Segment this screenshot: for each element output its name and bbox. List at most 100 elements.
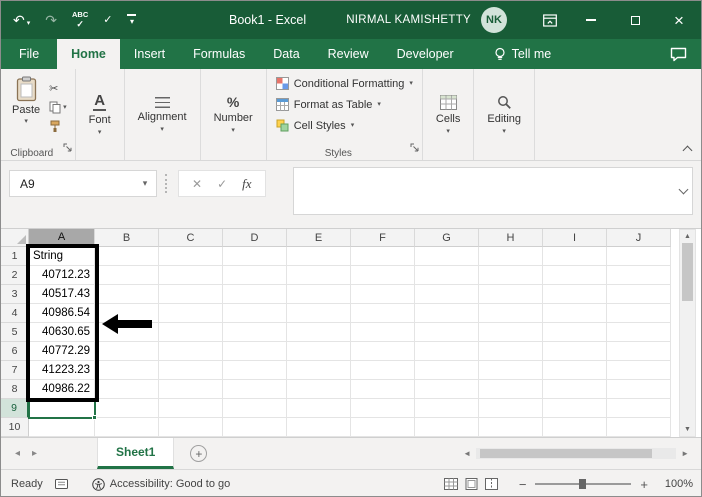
scroll-right-icon[interactable]: ► [681, 449, 689, 458]
cell-I6[interactable] [543, 342, 607, 361]
zoom-out-button[interactable]: − [519, 478, 527, 491]
alignment-button[interactable]: Alignment ▾ [130, 72, 195, 157]
zoom-in-button[interactable]: + [640, 478, 648, 491]
zoom-level[interactable]: 100% [657, 478, 693, 490]
cell-G4[interactable] [415, 304, 479, 323]
cell-B10[interactable] [95, 418, 159, 437]
paste-button[interactable]: Paste ▾ [6, 72, 46, 146]
cell-E7[interactable] [287, 361, 351, 380]
horizontal-scrollbar[interactable]: ◄ ► [463, 438, 701, 469]
cell-J1[interactable] [607, 247, 671, 266]
column-header-G[interactable]: G [415, 229, 479, 247]
styles-dialog-launcher-icon[interactable] [410, 139, 419, 157]
fill-handle[interactable] [92, 415, 97, 420]
cell-D8[interactable] [223, 380, 287, 399]
cell-F4[interactable] [351, 304, 415, 323]
cell-E5[interactable] [287, 323, 351, 342]
cell-G10[interactable] [415, 418, 479, 437]
cell-E2[interactable] [287, 266, 351, 285]
cell-C3[interactable] [159, 285, 223, 304]
cell-F3[interactable] [351, 285, 415, 304]
tell-me-button[interactable]: Tell me [494, 39, 551, 69]
cell-J10[interactable] [607, 418, 671, 437]
insert-function-button[interactable]: fx [242, 176, 251, 192]
cell-E9[interactable] [287, 399, 351, 418]
cell-C2[interactable] [159, 266, 223, 285]
undo-icon[interactable]: ↶ ▾ [13, 13, 30, 27]
cell-B2[interactable] [95, 266, 159, 285]
column-header-B[interactable]: B [95, 229, 159, 247]
cell-D6[interactable] [223, 342, 287, 361]
cell-H1[interactable] [479, 247, 543, 266]
cell-D1[interactable] [223, 247, 287, 266]
tab-developer[interactable]: Developer [383, 39, 468, 69]
tab-data[interactable]: Data [259, 39, 313, 69]
cell-J9[interactable] [607, 399, 671, 418]
cell-D10[interactable] [223, 418, 287, 437]
cell-A10[interactable] [29, 418, 95, 437]
cell-F8[interactable] [351, 380, 415, 399]
column-header-E[interactable]: E [287, 229, 351, 247]
cell-B1[interactable] [95, 247, 159, 266]
comments-button[interactable] [670, 39, 687, 69]
cell-F5[interactable] [351, 323, 415, 342]
cell-J7[interactable] [607, 361, 671, 380]
copy-button[interactable]: ▾ [49, 101, 67, 114]
cell-G1[interactable] [415, 247, 479, 266]
cell-I10[interactable] [543, 418, 607, 437]
avatar[interactable]: NK [481, 7, 507, 33]
row-header-2[interactable]: 2 [1, 266, 29, 285]
cell-D9[interactable] [223, 399, 287, 418]
clipboard-dialog-launcher-icon[interactable] [63, 139, 72, 157]
editing-button[interactable]: Editing ▾ [479, 72, 529, 157]
cell-F2[interactable] [351, 266, 415, 285]
cell-J3[interactable] [607, 285, 671, 304]
ribbon-display-options-button[interactable] [531, 1, 569, 39]
cell-E3[interactable] [287, 285, 351, 304]
format-as-table-button[interactable]: Format as Table ▾ [272, 96, 417, 113]
scroll-left-icon[interactable]: ◄ [463, 449, 471, 458]
row-header-6[interactable]: 6 [1, 342, 29, 361]
cell-D2[interactable] [223, 266, 287, 285]
cell-D4[interactable] [223, 304, 287, 323]
cell-E1[interactable] [287, 247, 351, 266]
cell-C7[interactable] [159, 361, 223, 380]
cell-I1[interactable] [543, 247, 607, 266]
cell-I3[interactable] [543, 285, 607, 304]
cell-H10[interactable] [479, 418, 543, 437]
tab-home[interactable]: Home [57, 39, 120, 69]
cell-I7[interactable] [543, 361, 607, 380]
page-break-view-icon[interactable] [484, 478, 498, 490]
checkmark-icon[interactable]: ✓ [103, 14, 112, 26]
cell-C9[interactable] [159, 399, 223, 418]
cell-H3[interactable] [479, 285, 543, 304]
cell-J5[interactable] [607, 323, 671, 342]
cell-E10[interactable] [287, 418, 351, 437]
select-all-button[interactable] [1, 229, 29, 247]
cell-I8[interactable] [543, 380, 607, 399]
column-header-I[interactable]: I [543, 229, 607, 247]
sheet-tab-sheet1[interactable]: Sheet1 [97, 438, 175, 469]
zoom-slider[interactable] [535, 479, 632, 489]
tab-review[interactable]: Review [314, 39, 383, 69]
cell-C10[interactable] [159, 418, 223, 437]
cut-button[interactable]: ✂ [49, 82, 67, 95]
sheet-nav-right-icon[interactable]: ▸ [32, 448, 37, 459]
cell-E6[interactable] [287, 342, 351, 361]
column-header-F[interactable]: F [351, 229, 415, 247]
cell-H7[interactable] [479, 361, 543, 380]
tab-formulas[interactable]: Formulas [179, 39, 259, 69]
row-header-9[interactable]: 9 [1, 399, 29, 418]
cell-J6[interactable] [607, 342, 671, 361]
cell-H4[interactable] [479, 304, 543, 323]
cell-J8[interactable] [607, 380, 671, 399]
normal-view-icon[interactable] [443, 478, 458, 490]
cell-C1[interactable] [159, 247, 223, 266]
add-sheet-button[interactable]: + [190, 445, 208, 462]
cell-F7[interactable] [351, 361, 415, 380]
cell-H8[interactable] [479, 380, 543, 399]
cell-H5[interactable] [479, 323, 543, 342]
number-button[interactable]: % Number ▾ [206, 72, 261, 157]
maximize-button[interactable] [613, 1, 657, 39]
cell-G7[interactable] [415, 361, 479, 380]
